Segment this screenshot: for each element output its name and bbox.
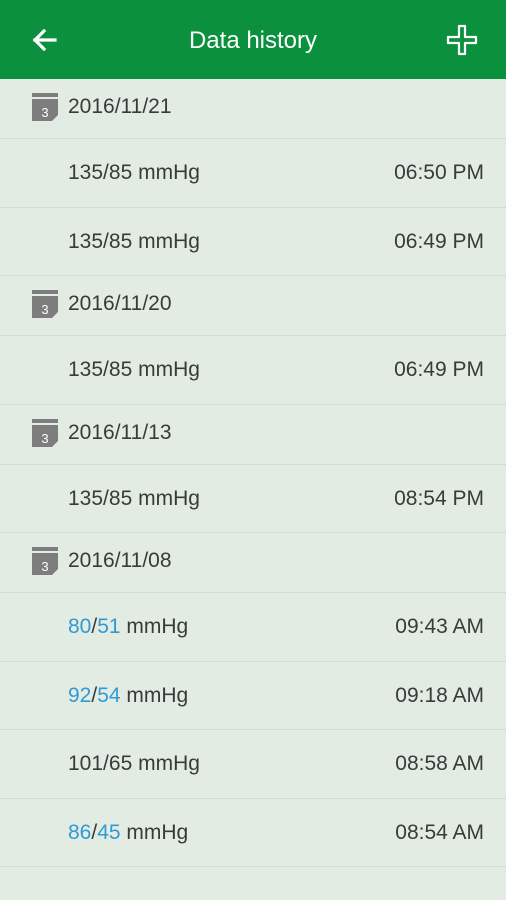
svg-text:3: 3 (41, 105, 48, 120)
record-row[interactable]: 101/65 mmHg 08:58 AM (0, 730, 506, 799)
diastolic-value: 85 (108, 358, 133, 381)
unit-label: mmHg (138, 358, 200, 381)
add-record-button[interactable] (440, 18, 484, 62)
bp-reading: 101/65 mmHg (68, 730, 200, 798)
calendar-icon: 3 (32, 290, 58, 318)
calendar-icon: 3 (32, 93, 58, 121)
time-label: 06:49 PM (394, 358, 484, 381)
app-bar: Data history (0, 0, 506, 79)
record-row[interactable]: 135/85 mmHg 06:50 PM (0, 139, 506, 208)
record-row[interactable]: 80/51 mmHg 09:43 AM (0, 593, 506, 662)
diastolic-value: 65 (108, 752, 133, 775)
date-group-header: 3 2016/11/13 (0, 405, 506, 465)
bp-reading: 86/45 mmHg (68, 799, 188, 867)
systolic-value: 135 (68, 161, 104, 184)
svg-text:3: 3 (41, 302, 48, 317)
date-group-header: 3 2016/11/21 (0, 79, 506, 139)
unit-label: mmHg (126, 615, 189, 638)
bp-reading: 92/54 mmHg (68, 662, 188, 730)
unit-label: mmHg (138, 229, 200, 253)
plus-icon (446, 24, 478, 56)
systolic-value: 135 (68, 229, 104, 253)
record-row[interactable]: 135/85 mmHg 06:49 PM (0, 336, 506, 405)
diastolic-value: 85 (108, 229, 133, 253)
history-list[interactable]: 3 2016/11/21 135/85 mmHg 06:50 PM 135/85 mmH… (0, 79, 506, 900)
time-label: 08:58 AM (395, 752, 484, 775)
time-label: 09:43 AM (395, 615, 484, 638)
unit-label: mmHg (126, 683, 189, 707)
time-label: 06:49 PM (394, 229, 484, 253)
time-label: 08:54 AM (395, 820, 484, 844)
bp-reading: 80/51 mmHg (68, 593, 188, 661)
bp-reading: 135/85 mmHg (68, 465, 200, 533)
time-label: 09:18 AM (395, 683, 484, 707)
svg-text:3: 3 (41, 559, 48, 574)
unit-label: mmHg (138, 161, 200, 184)
date-label: 2016/11/21 (68, 95, 172, 118)
diastolic-value: 54 (97, 683, 121, 707)
time-label: 06:50 PM (394, 161, 484, 184)
date-label: 2016/11/13 (68, 420, 172, 444)
systolic-value: 135 (68, 486, 104, 510)
page-title: Data history (188, 27, 318, 54)
time-label: 08:54 PM (394, 486, 484, 510)
unit-label: mmHg (138, 486, 200, 510)
date-group-header: 3 2016/11/08 (0, 533, 506, 593)
diastolic-value: 85 (108, 486, 133, 510)
systolic-value: 101 (68, 752, 104, 775)
systolic-value: 92 (68, 683, 92, 707)
date-group-header: 3 2016/11/20 (0, 276, 506, 336)
systolic-value: 86 (68, 820, 92, 844)
record-row[interactable]: 135/85 mmHg 06:49 PM (0, 208, 506, 276)
diastolic-value: 45 (97, 820, 121, 844)
bp-reading: 135/85 mmHg (68, 139, 200, 207)
date-label: 2016/11/08 (68, 549, 172, 572)
svg-text:3: 3 (41, 431, 48, 446)
date-label: 2016/11/20 (68, 292, 172, 315)
systolic-value: 80 (68, 615, 92, 638)
record-row[interactable]: 135/85 mmHg 08:54 PM (0, 465, 506, 533)
calendar-icon: 3 (32, 418, 58, 447)
systolic-value: 135 (68, 358, 104, 381)
diastolic-value: 85 (108, 161, 133, 184)
record-row[interactable]: 92/54 mmHg 09:18 AM (0, 662, 506, 730)
bp-reading: 135/85 mmHg (68, 208, 200, 276)
unit-label: mmHg (138, 752, 200, 775)
diastolic-value: 51 (97, 615, 121, 638)
calendar-icon: 3 (32, 547, 58, 575)
bp-reading: 135/85 mmHg (68, 336, 200, 404)
unit-label: mmHg (126, 820, 189, 844)
record-row[interactable]: 86/45 mmHg 08:54 AM (0, 799, 506, 867)
